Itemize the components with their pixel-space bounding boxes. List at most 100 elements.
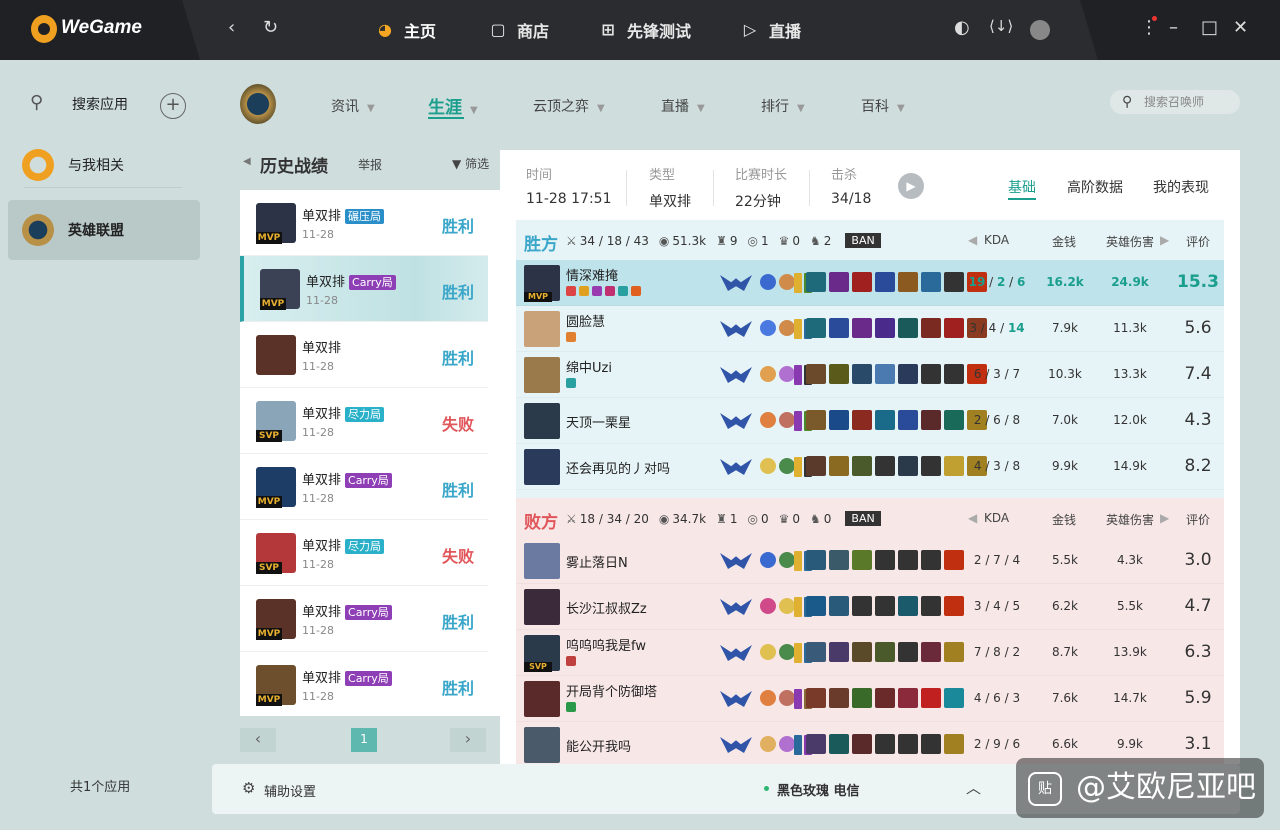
gamenav-live[interactable]: 直播 ▼ [661,96,705,116]
team-stat: ♜ 1 [716,512,737,526]
player-row[interactable]: MVP 情深难掩 19 / 2 / 6 16.2k 24.9k 15.3 [516,260,1224,306]
match-row[interactable]: SVP 单双排 尽力局 11-28 失败 [240,520,488,586]
kda-sep: / [981,367,994,381]
history-header: ◀ 历史战绩 举报 ▼ 筛选 [240,152,500,177]
match-mode-label: 单双排 [302,209,342,224]
tab-label: 高阶数据 [1067,180,1123,196]
match-row[interactable]: SVP 单双排 尽力局 11-28 失败 [240,388,488,454]
topnav-live[interactable]: ▷ 直播 [739,18,801,42]
item-icon [898,596,918,616]
page-number[interactable]: 1 [351,728,377,752]
match-row[interactable]: MVP 单双排 Carry局 11-28 胜利 [240,454,488,520]
match-mode-label: 单双排 [302,341,342,356]
topnav-vanguard[interactable]: ⊞ 先锋测试 [597,18,691,42]
avatar[interactable] [1030,20,1050,40]
player-name[interactable]: 天顶一栗星 [566,412,631,431]
match-row[interactable]: MVP 单双排 Carry局 11-28 胜利 [240,652,488,716]
gamenav-rank[interactable]: 排行 ▼ [761,96,805,116]
next-page-button[interactable]: › [450,728,486,752]
col-kda[interactable]: KDA [984,233,1009,247]
match-row[interactable]: MVP 单双排 Carry局 11-28 胜利 [240,586,488,652]
refresh-icon[interactable]: ↻ [263,17,278,38]
gamenav-career[interactable]: 生涯 ▼ [428,93,478,119]
rune-keystone-icon [760,690,776,706]
sidebar-item-lol[interactable]: 英雄联盟 [8,200,200,260]
tab-advanced[interactable]: 高阶数据 [1067,177,1123,197]
sidebar-item-label: 与我相关 [68,158,124,174]
team-stat: ♞ 2 [810,234,831,248]
collapse-icon[interactable]: ◀ [243,156,251,167]
col-score[interactable]: 评价 [1186,511,1210,528]
tab-basic[interactable]: 基础 [1008,177,1036,200]
item-icon [898,734,918,754]
col-kda[interactable]: KDA [984,511,1009,525]
item-icon [829,734,849,754]
gear-icon[interactable]: ⚙ [242,779,255,797]
player-name[interactable]: 还会再见的丿对吗 [566,458,670,477]
player-name[interactable]: 长沙江叔叔Zz [566,598,647,617]
minimize-icon[interactable]: – [1169,17,1178,38]
player-name[interactable]: 开局背个防御塔 [566,681,657,700]
rank-emblem-icon [720,459,752,475]
col-score[interactable]: 评价 [1186,233,1210,250]
meta-duration: 比赛时长 22分钟 [735,164,787,211]
gamenav-wiki[interactable]: 百科 ▼ [861,96,905,116]
player-row[interactable]: 圆脸慧 3 / 4 / 14 7.9k 11.3k 5.6 [516,306,1224,352]
player-tags [566,378,576,388]
sort-left-icon[interactable]: ◀ [968,233,977,247]
back-icon[interactable]: ‹ [228,17,235,38]
col-damage[interactable]: 英雄伤害 [1106,511,1154,528]
ban-button[interactable]: BAN [845,233,881,248]
chat-icon[interactable]: ◐ [954,17,970,38]
player-name[interactable]: 绵中Uzi [566,357,612,376]
col-damage[interactable]: 英雄伤害 [1106,233,1154,250]
sidebar-item-related[interactable]: 与我相关 [8,135,200,195]
col-gold[interactable]: 金钱 [1052,511,1076,528]
topnav-home[interactable]: ◕ 主页 [374,18,436,42]
sort-right-icon[interactable]: ▶ [1160,511,1169,525]
report-button[interactable]: 举报 [358,156,382,173]
chevron-up-icon[interactable]: ︿ [966,777,981,798]
download-icon[interactable]: ⟨↓⟩ [989,17,1013,35]
match-mode-label: 单双排 [302,407,342,422]
item-icon [829,550,849,570]
match-row[interactable]: 单双排 11-28 胜利 [240,322,488,388]
replay-button[interactable]: ▶ [898,173,924,199]
gamenav-news[interactable]: 资讯 ▼ [331,96,375,116]
player-name[interactable]: 圆脸慧 [566,311,605,330]
sort-right-icon[interactable]: ▶ [1160,233,1169,247]
player-row[interactable]: 还会再见的丿对吗 4 / 3 / 8 9.9k 14.9k 8.2 [516,444,1224,490]
app-search[interactable]: ⚲ 搜索应用 [30,92,128,113]
tab-my-performance[interactable]: 我的表现 [1153,177,1209,197]
player-row[interactable]: 雾止落日N 2 / 7 / 4 5.5k 4.3k 3.0 [516,538,1224,584]
item-icon [829,318,849,338]
close-icon[interactable]: ✕ [1233,17,1248,38]
match-row[interactable]: MVP 单双排 Carry局 11-28 胜利 [240,256,488,322]
player-name[interactable]: 呜呜呜我是fw [566,635,646,654]
rank-emblem-icon [720,553,752,569]
maximize-icon[interactable]: □ [1201,17,1218,38]
summoner-search-input[interactable]: ⚲ 搜索召唤师 [1110,90,1240,114]
col-gold[interactable]: 金钱 [1052,233,1076,250]
prev-page-button[interactable]: ‹ [240,728,276,752]
player-row[interactable]: SVP 呜呜呜我是fw 7 / 8 / 2 8.7k 13.9k 6.3 [516,630,1224,676]
ban-button[interactable]: BAN [845,511,881,526]
assist-settings-button[interactable]: 辅助设置 [264,781,316,800]
player-row[interactable]: 开局背个防御塔 4 / 6 / 3 7.6k 14.7k 5.9 [516,676,1224,722]
match-row[interactable]: MVP 单双排 碾压局 11-28 胜利 [240,190,488,256]
gamenav-tft[interactable]: 云顶之弈 ▼ [533,96,605,116]
kda-part: 6 [993,691,1001,705]
filter-button[interactable]: ▼ 筛选 [452,155,489,172]
divider [626,170,627,206]
player-row[interactable]: 绵中Uzi 6 / 3 / 7 10.3k 13.3k 7.4 [516,352,1224,398]
player-name[interactable]: 情深难掩 [566,265,618,284]
sort-left-icon[interactable]: ◀ [968,511,977,525]
player-name[interactable]: 能公开我吗 [566,736,631,755]
topnav-store[interactable]: ▢ 商店 [487,18,549,42]
player-row[interactable]: 天顶一栗星 2 / 6 / 8 7.0k 12.0k 4.3 [516,398,1224,444]
item-icon [875,688,895,708]
player-row[interactable]: 长沙江叔叔Zz 3 / 4 / 5 6.2k 5.5k 4.7 [516,584,1224,630]
player-gold: 8.7k [1051,645,1079,659]
player-name[interactable]: 雾止落日N [566,552,628,571]
add-app-button[interactable]: + [160,93,186,119]
